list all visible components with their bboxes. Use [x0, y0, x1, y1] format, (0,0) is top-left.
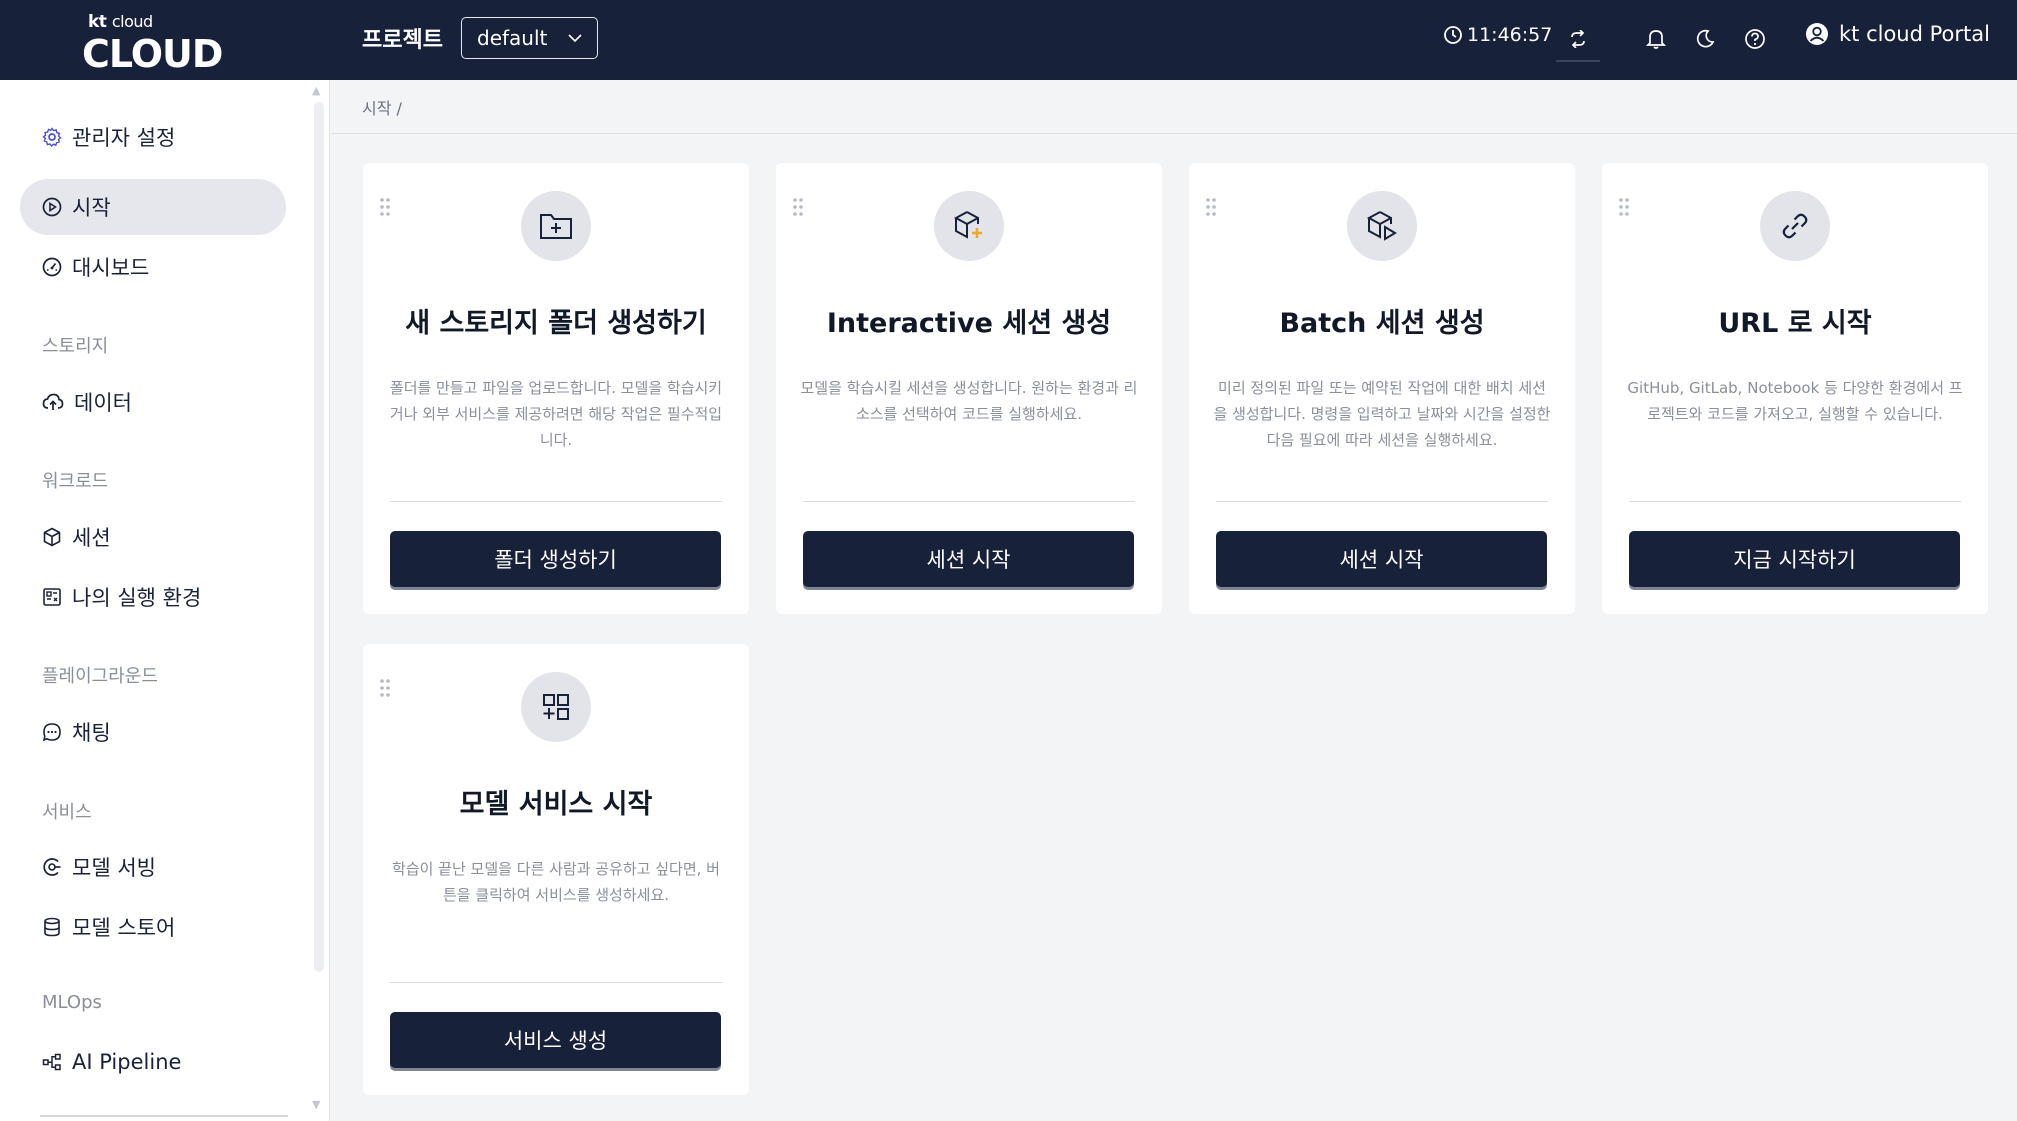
sidebar-item-admin-settings[interactable]: 관리자 설정 [20, 109, 286, 165]
bell-icon [1646, 30, 1666, 49]
sidebar-item-my-environment[interactable]: 나의 실행 환경 [20, 569, 286, 625]
serving-icon [43, 858, 61, 876]
refresh-button[interactable] [1556, 18, 1600, 62]
help-button[interactable] [1742, 26, 1768, 52]
sidebar-item-label: 대시보드 [72, 256, 150, 280]
card-divider [1629, 501, 1961, 502]
card-divider [1216, 501, 1548, 502]
section-workload: 워크로드 [42, 471, 109, 492]
logo-text: CLOUD [82, 32, 223, 76]
database-icon [44, 917, 60, 937]
section-mlops: MLOps [42, 992, 102, 1013]
sidebar-item-ai-pipeline[interactable]: AI Pipeline [20, 1034, 286, 1090]
gauge-icon [42, 257, 62, 277]
sidebar-item-label: 관리자 설정 [72, 126, 176, 150]
help-icon [1745, 29, 1765, 49]
drag-handle-icon[interactable] [379, 197, 391, 217]
sidebar-item-label: 나의 실행 환경 [72, 586, 202, 610]
card-description: 미리 정의된 파일 또는 예약된 작업에 대한 배치 세션을 생성합니다. 명령… [1213, 379, 1551, 449]
card-title: 모델 서비스 시작 [459, 789, 653, 820]
card-description: 폴더를 만들고 파일을 업로드합니다. 모델을 학습시키거나 외부 서비스를 제… [389, 379, 723, 449]
cube-add-icon [934, 191, 1004, 261]
sidebar-scrollbar[interactable] [314, 102, 324, 972]
time-text: 11:46:57 [1467, 24, 1553, 46]
sidebar-item-model-store[interactable]: 모델 스토어 [20, 899, 286, 955]
sidebar-divider [40, 1115, 288, 1117]
user-name: kt cloud Portal [1839, 22, 1990, 46]
drag-handle-icon[interactable] [1618, 197, 1630, 217]
card-title: Batch 세션 생성 [1279, 308, 1485, 339]
section-playground: 플레이그라운드 [42, 666, 158, 687]
folder-add-icon [521, 191, 591, 261]
pipeline-icon [42, 1053, 61, 1071]
gear-icon [42, 127, 62, 147]
chat-icon [42, 723, 61, 742]
moon-icon [1696, 29, 1715, 48]
card-create-storage-folder: 새 스토리지 폴더 생성하기 폴더를 만들고 파일을 업로드합니다. 모델을 학… [363, 163, 749, 614]
project-select-value: default [477, 26, 548, 50]
link-icon [1760, 191, 1830, 261]
card-start-from-url: URL 로 시작 GitHub, GitLab, Notebook 등 다양한 … [1602, 163, 1988, 614]
drag-handle-icon[interactable] [792, 197, 804, 217]
cube-play-icon [1347, 191, 1417, 261]
refresh-icon [1571, 30, 1585, 48]
card-divider [390, 501, 722, 502]
sidebar-item-chat[interactable]: 채팅 [20, 704, 286, 760]
theme-toggle-button[interactable] [1692, 26, 1718, 52]
sidebar: ▲ ▼ 관리자 설정 시작 대시보드 스토리지 데이터 워크로드 세션 나의 실… [0, 80, 330, 1121]
sidebar-item-label: 모델 서빙 [72, 856, 156, 880]
breadcrumb[interactable]: 시작 / [362, 95, 402, 119]
sidebar-item-label: 모델 스토어 [72, 916, 176, 940]
environment-icon [43, 588, 61, 606]
card-description: GitHub, GitLab, Notebook 등 다양한 환경에서 프로젝트… [1627, 379, 1963, 423]
start-interactive-session-button[interactable]: 세션 시작 [803, 531, 1134, 587]
card-title: URL 로 시작 [1718, 308, 1872, 339]
section-service: 서비스 [42, 802, 92, 823]
sidebar-item-label: AI Pipeline [72, 1050, 182, 1074]
create-folder-button[interactable]: 폴더 생성하기 [390, 531, 721, 587]
sidebar-item-start[interactable]: 시작 [20, 179, 286, 235]
create-service-button[interactable]: 서비스 생성 [390, 1012, 721, 1068]
card-description: 학습이 끝난 모델을 다른 사람과 공유하고 싶다면, 버튼을 클릭하여 서비스… [392, 860, 720, 904]
cube-icon [43, 527, 61, 547]
drag-handle-icon[interactable] [379, 678, 391, 698]
top-header: kt cloud CLOUD 프로젝트 default 11:46:57 kt … [0, 0, 2017, 80]
project-label: 프로젝트 [362, 28, 443, 53]
start-now-button[interactable]: 지금 시작하기 [1629, 531, 1960, 587]
sidebar-item-model-serving[interactable]: 모델 서빙 [20, 839, 286, 895]
chevron-down-icon [568, 34, 582, 43]
user-menu[interactable]: kt cloud Portal [1805, 22, 1990, 46]
sidebar-item-label: 채팅 [72, 721, 111, 745]
drag-handle-icon[interactable] [1205, 197, 1217, 217]
scroll-up-icon[interactable]: ▲ [312, 84, 320, 97]
user-avatar-icon [1806, 23, 1828, 45]
section-storage: 스토리지 [42, 336, 109, 357]
sidebar-item-label: 데이터 [74, 391, 132, 415]
card-title: Interactive 세션 생성 [826, 308, 1112, 339]
session-timer: 11:46:57 [1443, 24, 1552, 46]
card-model-service: 모델 서비스 시작 학습이 끝난 모델을 다른 사람과 공유하고 싶다면, 버튼… [363, 644, 749, 1095]
card-interactive-session: Interactive 세션 생성 모델을 학습시킬 세션을 생성합니다. 원하… [776, 163, 1162, 614]
card-title: 새 스토리지 폴더 생성하기 [405, 308, 707, 339]
kt-cloud-logo[interactable]: kt cloud CLOUD [82, 10, 223, 76]
breadcrumb-divider [331, 133, 2017, 134]
sidebar-item-label: 시작 [72, 196, 111, 220]
grid-add-icon [521, 672, 591, 742]
card-batch-session: Batch 세션 생성 미리 정의된 파일 또는 예약된 작업에 대한 배치 세… [1189, 163, 1575, 614]
start-batch-session-button[interactable]: 세션 시작 [1216, 531, 1547, 587]
scroll-down-icon[interactable]: ▼ [312, 1098, 320, 1111]
sidebar-item-label: 세션 [72, 526, 111, 550]
card-description: 모델을 학습시킬 세션을 생성합니다. 원하는 환경과 리소스를 선택하여 코드… [800, 379, 1138, 423]
cloud-upload-icon [42, 393, 64, 410]
project-select[interactable]: default [461, 17, 598, 59]
sidebar-item-data[interactable]: 데이터 [20, 374, 286, 430]
clock-icon [1444, 26, 1462, 44]
card-divider [803, 501, 1135, 502]
sidebar-item-session[interactable]: 세션 [20, 509, 286, 565]
card-divider [390, 982, 722, 983]
sidebar-item-dashboard[interactable]: 대시보드 [20, 239, 286, 295]
play-circle-icon [42, 197, 62, 217]
notification-button[interactable] [1643, 26, 1669, 52]
